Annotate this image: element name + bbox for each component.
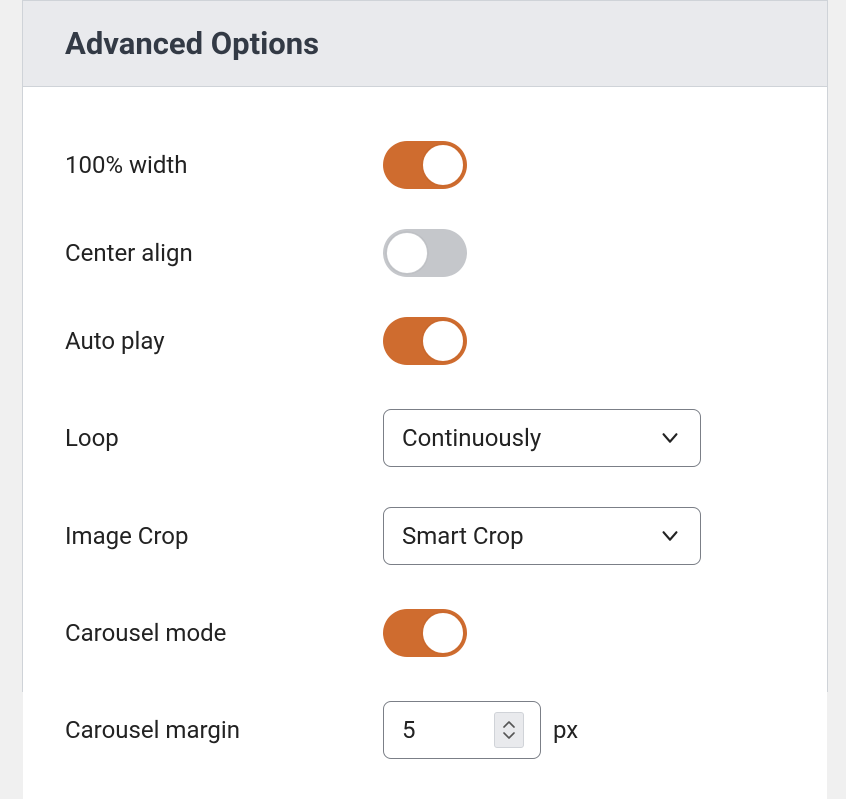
option-label: Auto play: [65, 327, 383, 355]
option-row-loop: Loop Continuously: [65, 409, 785, 467]
option-row-image-crop: Image Crop Smart Crop: [65, 507, 785, 565]
select-value: Continuously: [402, 424, 541, 452]
select-value: Smart Crop: [402, 522, 524, 550]
section-body: 100% width Center align Auto play: [23, 87, 827, 799]
settings-panel: Advanced Options 100% width Center align…: [22, 0, 828, 692]
loop-select[interactable]: Continuously: [383, 409, 701, 467]
chevron-down-icon: [658, 524, 682, 548]
option-label: Image Crop: [65, 522, 383, 550]
auto-play-toggle[interactable]: [383, 317, 467, 365]
option-label: Carousel mode: [65, 619, 383, 647]
image-crop-select[interactable]: Smart Crop: [383, 507, 701, 565]
toggle-knob: [422, 320, 464, 362]
option-row-full-width: 100% width: [65, 141, 785, 189]
option-label: Carousel margin: [65, 716, 383, 744]
toggle-knob: [422, 144, 464, 186]
section-header: Advanced Options: [23, 1, 827, 87]
option-row-carousel-mode: Carousel mode: [65, 609, 785, 657]
option-label: 100% width: [65, 151, 383, 179]
section-title: Advanced Options: [65, 25, 785, 62]
number-stepper[interactable]: [494, 712, 524, 748]
option-label: Loop: [65, 424, 383, 452]
full-width-toggle[interactable]: [383, 141, 467, 189]
chevron-down-icon: [658, 426, 682, 450]
carousel-margin-input[interactable]: 5: [383, 701, 541, 759]
chevron-up-icon: [503, 721, 515, 729]
option-row-center-align: Center align: [65, 229, 785, 277]
toggle-knob: [422, 612, 464, 654]
option-row-carousel-margin: Carousel margin 5 px: [65, 701, 785, 759]
unit-label: px: [553, 716, 578, 744]
carousel-mode-toggle[interactable]: [383, 609, 467, 657]
option-row-auto-play: Auto play: [65, 317, 785, 365]
toggle-knob: [386, 232, 428, 274]
option-label: Center align: [65, 239, 383, 267]
chevron-down-icon: [503, 731, 515, 739]
center-align-toggle[interactable]: [383, 229, 467, 277]
